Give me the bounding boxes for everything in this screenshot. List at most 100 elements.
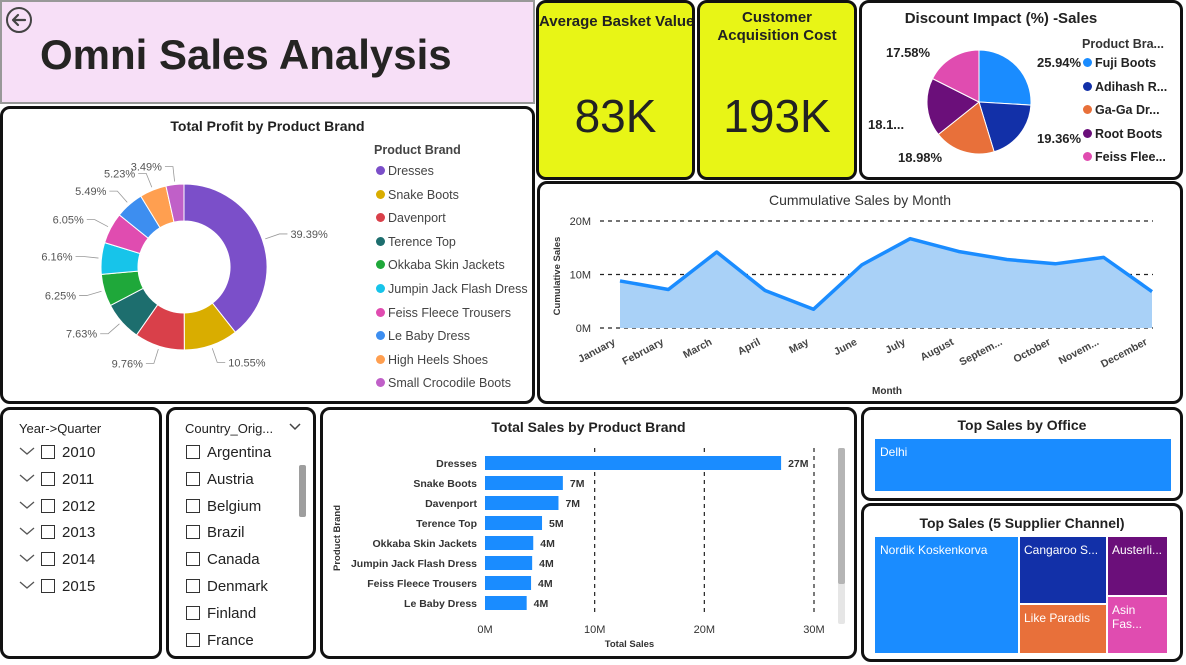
profit-legend-item[interactable]: Small Crocodile Boots	[376, 376, 511, 390]
profit-legend-item[interactable]: High Heels Shoes	[376, 353, 488, 367]
bar-1[interactable]	[485, 476, 563, 490]
sales-chart-scrollbar-thumb[interactable]	[838, 448, 845, 584]
checkbox[interactable]	[41, 579, 55, 593]
profit-legend-item[interactable]: Dresses	[376, 164, 434, 178]
cumulative-sales-chart[interactable]: 20M 10M 0MJanuary February March April May June…	[540, 184, 1180, 401]
back-arrow-icon[interactable]	[5, 6, 33, 34]
discount-legend-item[interactable]: Adihash R...	[1083, 80, 1167, 94]
chevron-down-icon[interactable]	[19, 526, 35, 536]
country-slicer-title: Country_Orig...	[185, 421, 274, 436]
year-slicer-title: Year->Quarter	[19, 421, 102, 436]
checkbox[interactable]	[186, 498, 200, 513]
discount-impact-panel: Discount Impact (%) -Sales 25.94% 19.36% 1…	[859, 0, 1183, 180]
x-tick-label: December	[1099, 336, 1149, 370]
checkbox[interactable]	[41, 445, 55, 459]
bar-category-label: Terence Top	[416, 518, 477, 530]
country-slicer-item[interactable]: Finland	[186, 605, 256, 622]
bar-2[interactable]	[485, 496, 559, 510]
acquisition-cost-title-1: Customer	[741, 9, 812, 26]
checkbox[interactable]	[186, 445, 200, 459]
treemap-tile-like-paradis[interactable]: Like Paradis	[1019, 604, 1107, 654]
acquisition-cost-title-2: Acquisition Cost	[717, 27, 837, 44]
chevron-down-icon[interactable]	[19, 473, 35, 483]
discount-legend-item[interactable]: Fuji Boots	[1083, 56, 1156, 70]
discount-legend-item[interactable]: Ga-Ga Dr...	[1083, 103, 1160, 117]
x-tick-label: 20M	[694, 624, 715, 636]
treemap-tile-asin-fas[interactable]: Asin Fas...	[1107, 596, 1168, 654]
bar-0[interactable]	[485, 456, 782, 470]
pie-slice-0[interactable]	[978, 49, 1032, 106]
profit-legend-item[interactable]: Okkaba Skin Jackets	[376, 258, 505, 272]
acquisition-cost-value: 193K	[723, 90, 831, 142]
checkbox[interactable]	[186, 552, 200, 567]
y-axis-label: Product Brand	[332, 505, 343, 571]
chevron-down-icon[interactable]	[19, 500, 35, 510]
top-sales-office-panel: Top Sales by Office Delhi	[861, 407, 1183, 501]
legend-label: Jumpin Jack Flash Dress	[388, 282, 528, 296]
treemap-tile-nordik[interactable]: Nordik Koskenkorva	[874, 536, 1019, 654]
bar-7[interactable]	[485, 596, 527, 610]
year-slicer-item[interactable]: 2010	[19, 444, 95, 461]
pie-data-label: 25.94%	[1037, 55, 1082, 70]
bar-category-label: Dresses	[436, 458, 477, 470]
country-label: Denmark	[207, 578, 268, 595]
discount-legend-item[interactable]: Feiss Flee...	[1083, 150, 1166, 164]
treemap-tile-austerli[interactable]: Austerli...	[1107, 536, 1168, 596]
x-tick-label: 0M	[477, 624, 492, 636]
bar-6[interactable]	[485, 576, 532, 590]
country-slicer-item[interactable]: Argentina	[186, 444, 271, 461]
checkbox[interactable]	[186, 632, 200, 647]
checkbox[interactable]	[186, 525, 200, 540]
year-slicer-item[interactable]: 2015	[19, 578, 95, 595]
chevron-down-icon[interactable]	[19, 446, 35, 456]
year-slicer-item[interactable]: 2012	[19, 498, 95, 515]
country-slicer-item[interactable]: Canada	[186, 551, 260, 568]
country-scrollbar[interactable]	[299, 465, 306, 517]
x-tick-label: May	[787, 336, 811, 356]
country-slicer-item[interactable]: Brazil	[186, 524, 245, 541]
checkbox[interactable]	[41, 525, 55, 540]
checkbox[interactable]	[186, 471, 200, 486]
country-slicer-item[interactable]: Austria	[186, 471, 254, 488]
leader-line	[79, 290, 102, 296]
checkbox[interactable]	[186, 579, 200, 593]
year-slicer-item[interactable]: 2014	[19, 551, 95, 568]
bar-3[interactable]	[485, 516, 543, 530]
profit-legend-item[interactable]: Feiss Fleece Trousers	[376, 306, 511, 320]
checkbox[interactable]	[41, 552, 55, 567]
checkbox[interactable]	[186, 605, 200, 620]
country-slicer-item[interactable]: Belgium	[186, 498, 261, 515]
bar-4[interactable]	[485, 536, 534, 550]
year-slicer-item[interactable]: 2011	[19, 471, 94, 488]
legend-dot-icon	[376, 354, 385, 364]
header-panel: Omni Sales Analysis	[0, 0, 535, 104]
profit-legend-item[interactable]: Terence Top	[376, 235, 456, 249]
country-slicer-item[interactable]: France	[186, 632, 254, 649]
chevron-down-icon[interactable]	[19, 553, 35, 563]
discount-legend-item[interactable]: Root Boots	[1083, 127, 1162, 141]
sales-by-brand-chart[interactable]: Dresses 27M Snake Boots 7M Davenport 7M Terenc…	[323, 410, 854, 656]
profit-legend-item[interactable]: Jumpin Jack Flash Dress	[376, 282, 528, 296]
checkbox[interactable]	[41, 471, 55, 486]
chevron-down-icon[interactable]	[289, 422, 301, 432]
sales-chart-scrollbar-track[interactable]	[838, 448, 845, 624]
treemap-tile-cangaroo[interactable]: Cangaroo S...	[1019, 536, 1107, 604]
donut-slice-0[interactable]	[183, 183, 268, 333]
leader-line	[86, 219, 109, 228]
country-slicer-item[interactable]: Denmark	[186, 578, 268, 595]
chevron-down-icon[interactable]	[19, 580, 35, 590]
bar-value-label: 4M	[538, 578, 553, 590]
bar-5[interactable]	[485, 556, 533, 570]
x-tick-label: 30M	[803, 624, 824, 636]
profit-legend-item[interactable]: Davenport	[376, 211, 446, 225]
discount-legend-title: Product Bra...	[1082, 37, 1164, 51]
year-slicer-item[interactable]: 2013	[19, 524, 95, 541]
y-tick-label: 10M	[570, 270, 591, 282]
country-label: Brazil	[207, 524, 245, 542]
x-tick-label: June	[832, 336, 859, 358]
office-tile-delhi[interactable]: Delhi	[874, 438, 1172, 492]
checkbox[interactable]	[41, 498, 55, 513]
legend-dot-icon	[376, 284, 385, 293]
profit-legend-item[interactable]: Le Baby Dress	[376, 329, 470, 343]
profit-legend-item[interactable]: Snake Boots	[376, 188, 459, 202]
